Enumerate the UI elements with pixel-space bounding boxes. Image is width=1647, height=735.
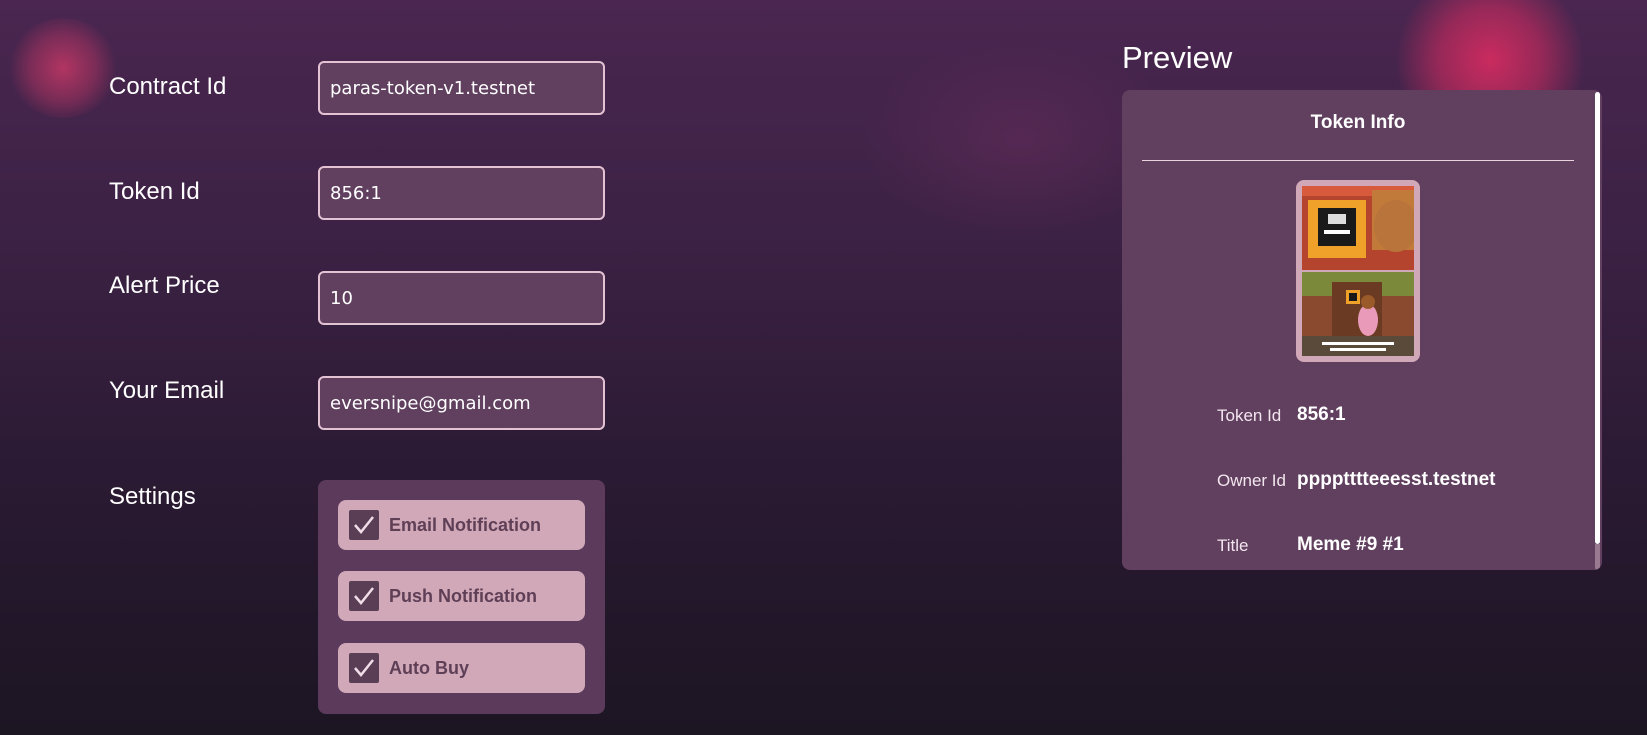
owner-id-info-value: pppptttteeesst.testnet xyxy=(1297,469,1496,490)
push-notification-label: Push Notification xyxy=(389,586,537,606)
card-scrollbar[interactable] xyxy=(1594,90,1602,570)
scrollbar-track-end xyxy=(1595,544,1600,570)
alert-price-label: Alert Price xyxy=(109,272,220,299)
background-glow-left xyxy=(8,18,118,118)
token-id-input[interactable] xyxy=(318,166,605,220)
token-info-heading: Token Info xyxy=(1310,112,1406,133)
meme-image-icon xyxy=(1302,186,1414,356)
contract-id-input[interactable] xyxy=(318,61,605,115)
auto-buy-checkbox[interactable] xyxy=(349,653,379,683)
checkmark-icon xyxy=(354,587,374,605)
email-notification-label: Email Notification xyxy=(389,515,542,535)
scrollbar-thumb[interactable] xyxy=(1595,92,1600,544)
push-notification-option[interactable]: Push Notification xyxy=(338,571,585,621)
token-id-label: Token Id xyxy=(109,178,200,205)
checkmark-icon xyxy=(354,516,374,534)
title-info-label: Title xyxy=(1217,536,1249,555)
email-notification-option[interactable]: Email Notification xyxy=(338,500,585,550)
push-notification-checkbox[interactable] xyxy=(349,581,379,611)
token-image xyxy=(1296,180,1420,362)
auto-buy-label: Auto Buy xyxy=(389,658,469,678)
owner-id-info-label: Owner Id xyxy=(1217,471,1286,490)
token-info-card[interactable]: Token Info Token Id 856:1 Owner Id ppppt… xyxy=(1122,90,1602,570)
preview-title: Preview xyxy=(1122,40,1233,75)
alert-price-input[interactable] xyxy=(318,271,605,325)
contract-id-label: Contract Id xyxy=(109,73,227,100)
settings-panel: Email Notification Push Notification Aut… xyxy=(318,480,605,714)
title-info-value: Meme #9 #1 xyxy=(1297,534,1404,555)
checkmark-icon xyxy=(354,659,374,677)
email-input[interactable] xyxy=(318,376,605,430)
token-id-info-value: 856:1 xyxy=(1297,404,1346,425)
email-label: Your Email xyxy=(109,377,225,404)
card-divider xyxy=(1142,160,1574,161)
settings-label: Settings xyxy=(109,483,196,510)
email-notification-checkbox[interactable] xyxy=(349,510,379,540)
token-id-info-label: Token Id xyxy=(1217,406,1282,425)
auto-buy-option[interactable]: Auto Buy xyxy=(338,643,585,693)
